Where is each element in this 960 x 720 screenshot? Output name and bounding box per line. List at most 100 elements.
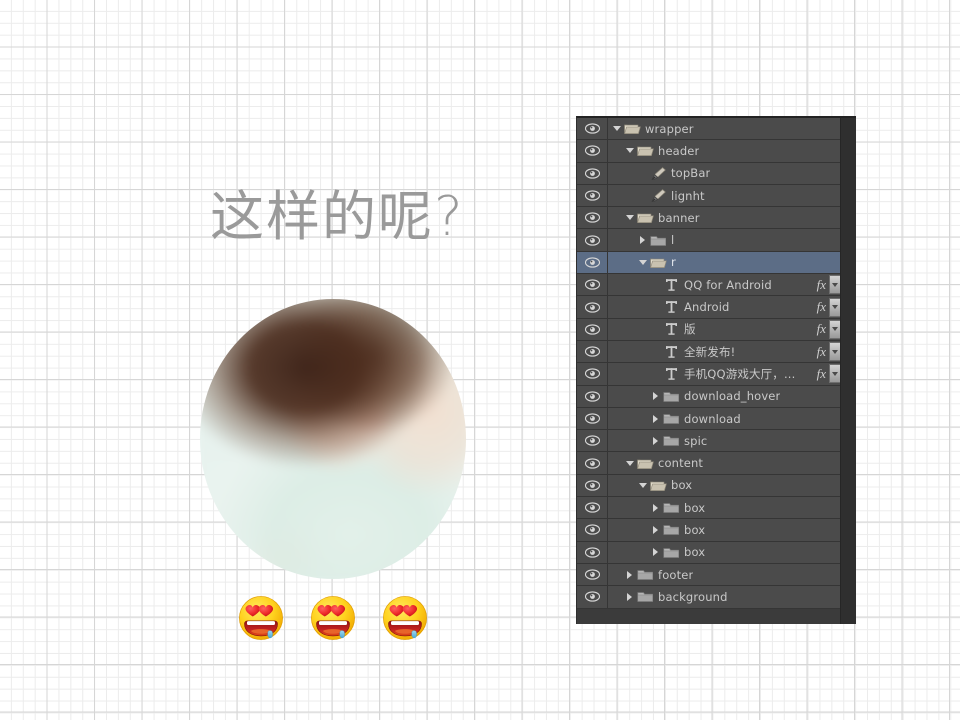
folder-closed-icon — [635, 564, 655, 585]
layer-row[interactable]: lignht — [577, 185, 841, 207]
layer-visibility-eye-icon[interactable] — [577, 341, 608, 362]
layer-visibility-eye-icon[interactable] — [577, 118, 608, 139]
layer-name: QQ for Android — [684, 278, 772, 292]
chevron-right-icon[interactable] — [650, 542, 661, 563]
layer-visibility-eye-icon[interactable] — [577, 207, 608, 228]
layer-name: spic — [684, 434, 707, 448]
chevron-right-icon[interactable] — [650, 430, 661, 451]
layer-row-body[interactable]: l — [608, 229, 841, 250]
layer-effects-indicator[interactable]: fx — [817, 274, 841, 295]
layer-row[interactable]: box — [577, 497, 841, 519]
layer-row-body[interactable]: spic — [608, 430, 841, 451]
layer-row[interactable]: box — [577, 519, 841, 541]
layer-row[interactable]: header — [577, 140, 841, 162]
layer-visibility-eye-icon[interactable] — [577, 497, 608, 518]
layer-row-body[interactable]: download — [608, 408, 841, 429]
chevron-right-icon[interactable] — [637, 229, 648, 250]
layer-row-body[interactable]: QQ for Android fx — [608, 274, 841, 295]
layer-row-body[interactable]: content — [608, 452, 841, 473]
layer-visibility-eye-icon[interactable] — [577, 519, 608, 540]
twisty-spacer — [637, 163, 648, 184]
layer-row[interactable]: spic — [577, 430, 841, 452]
layer-visibility-eye-icon[interactable] — [577, 452, 608, 473]
layer-effects-indicator[interactable]: fx — [817, 363, 841, 384]
layer-row-body[interactable]: 全新发布!fx — [608, 341, 841, 362]
layer-visibility-eye-icon[interactable] — [577, 564, 608, 585]
chevron-right-icon[interactable] — [624, 564, 635, 585]
chevron-down-icon[interactable] — [624, 452, 635, 473]
layer-effects-indicator[interactable]: fx — [817, 319, 841, 340]
layer-visibility-eye-icon[interactable] — [577, 274, 608, 295]
layer-row-body[interactable]: download_hover — [608, 386, 841, 407]
layer-name: lignht — [671, 189, 705, 203]
layer-row-body[interactable]: box — [608, 475, 841, 496]
layer-row-body[interactable]: banner — [608, 207, 841, 228]
chevron-down-icon[interactable] — [611, 118, 622, 139]
layer-row-body[interactable]: Android fx — [608, 296, 841, 317]
layer-row[interactable]: box — [577, 475, 841, 497]
layer-row[interactable]: QQ for Android fx — [577, 274, 841, 296]
chevron-right-icon[interactable] — [650, 386, 661, 407]
layer-row[interactable]: banner — [577, 207, 841, 229]
layer-name: Android — [684, 300, 730, 314]
layer-visibility-eye-icon[interactable] — [577, 363, 608, 384]
layer-row[interactable]: background — [577, 586, 841, 608]
layer-effects-indicator[interactable]: fx — [817, 296, 841, 317]
layer-row[interactable]: box — [577, 542, 841, 564]
layer-row-body[interactable]: header — [608, 140, 841, 161]
layer-row-body[interactable]: box — [608, 519, 841, 540]
layer-row[interactable]: Android fx — [577, 296, 841, 318]
layer-row[interactable]: download — [577, 408, 841, 430]
layer-row[interactable]: footer — [577, 564, 841, 586]
layer-visibility-eye-icon[interactable] — [577, 319, 608, 340]
layer-row[interactable]: wrapper — [577, 118, 841, 140]
layer-visibility-eye-icon[interactable] — [577, 163, 608, 184]
layers-list[interactable]: wrapperheadertopBarlignhtbannerlrQQ for … — [577, 118, 841, 609]
layer-row-body[interactable]: wrapper — [608, 118, 841, 139]
chevron-down-icon[interactable] — [624, 140, 635, 161]
chevron-right-icon[interactable] — [650, 497, 661, 518]
layer-visibility-eye-icon[interactable] — [577, 542, 608, 563]
chevron-down-icon[interactable] — [637, 475, 648, 496]
layer-row-body[interactable]: lignht — [608, 185, 841, 206]
layer-row-body[interactable]: 手机QQ游戏大厅，...fx — [608, 363, 841, 384]
layer-visibility-eye-icon[interactable] — [577, 296, 608, 317]
layer-effects-indicator[interactable]: fx — [817, 341, 841, 362]
fx-icon: fx — [817, 321, 828, 337]
layer-visibility-eye-icon[interactable] — [577, 430, 608, 451]
layer-row[interactable]: content — [577, 452, 841, 474]
layer-row-body[interactable]: box — [608, 497, 841, 518]
layer-visibility-eye-icon[interactable] — [577, 475, 608, 496]
photoshop-layers-panel[interactable]: wrapperheadertopBarlignhtbannerlrQQ for … — [576, 116, 856, 624]
chevron-right-icon[interactable] — [650, 519, 661, 540]
layer-row-body[interactable]: footer — [608, 564, 841, 585]
layer-row-body[interactable]: box — [608, 542, 841, 563]
layer-row[interactable]: download_hover — [577, 386, 841, 408]
layer-row-body[interactable]: r — [608, 252, 841, 273]
layer-visibility-eye-icon[interactable] — [577, 586, 608, 607]
layer-name: banner — [658, 211, 700, 225]
layer-visibility-eye-icon[interactable] — [577, 229, 608, 250]
layer-row[interactable]: r — [577, 252, 841, 274]
chevron-down-icon[interactable] — [637, 252, 648, 273]
layer-name: box — [684, 545, 705, 559]
chevron-down-icon[interactable] — [624, 207, 635, 228]
folder-closed-icon — [661, 519, 681, 540]
layer-visibility-eye-icon[interactable] — [577, 140, 608, 161]
layer-row[interactable]: 版fx — [577, 319, 841, 341]
layer-row[interactable]: l — [577, 229, 841, 251]
layer-visibility-eye-icon[interactable] — [577, 185, 608, 206]
chevron-right-icon[interactable] — [624, 586, 635, 607]
layer-name: box — [684, 501, 705, 515]
layer-row[interactable]: topBar — [577, 163, 841, 185]
chevron-right-icon[interactable] — [650, 408, 661, 429]
layer-row[interactable]: 全新发布!fx — [577, 341, 841, 363]
layer-visibility-eye-icon[interactable] — [577, 386, 608, 407]
layer-row-body[interactable]: 版fx — [608, 319, 841, 340]
layer-visibility-eye-icon[interactable] — [577, 252, 608, 273]
layer-row-body[interactable]: topBar — [608, 163, 841, 184]
layer-visibility-eye-icon[interactable] — [577, 408, 608, 429]
panel-scrollbar-gutter[interactable] — [840, 118, 856, 624]
layer-row[interactable]: 手机QQ游戏大厅，...fx — [577, 363, 841, 385]
layer-row-body[interactable]: background — [608, 586, 841, 607]
